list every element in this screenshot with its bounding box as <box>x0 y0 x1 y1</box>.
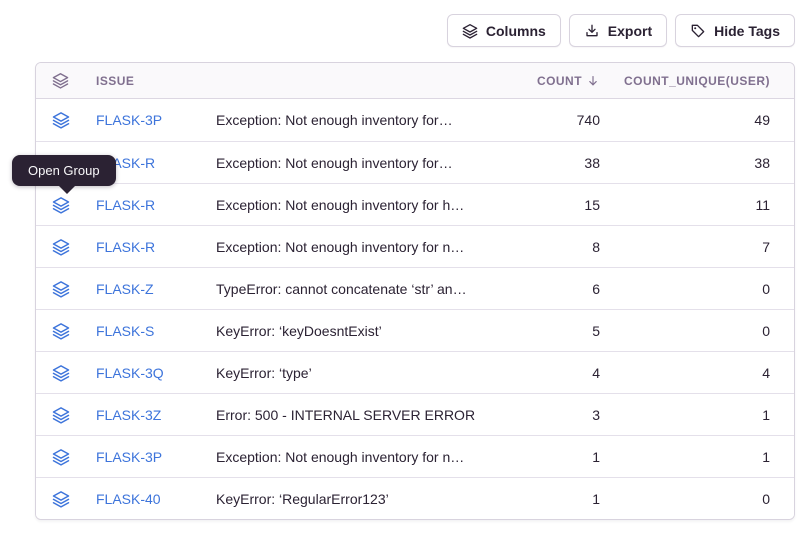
issue-link[interactable]: FLASK-R <box>96 239 216 255</box>
hide-tags-button[interactable]: Hide Tags <box>675 14 795 47</box>
hide-tags-button-label: Hide Tags <box>714 23 780 39</box>
open-group-icon[interactable] <box>52 111 70 129</box>
issue-link[interactable]: FLASK-Z <box>96 281 216 297</box>
issue-title: KeyError: ‘keyDoesntExist’ <box>216 323 510 339</box>
download-icon <box>584 23 600 39</box>
count-unique-value: 49 <box>600 112 770 128</box>
count-unique-value: 0 <box>600 323 770 339</box>
issue-title: KeyError: ‘type’ <box>216 365 510 381</box>
issue-title: Exception: Not enough inventory for n… <box>216 449 510 465</box>
open-group-icon[interactable] <box>52 238 70 256</box>
table-row[interactable]: FLASK-R Exception: Not enough inventory … <box>36 141 794 183</box>
count-unique-value: 0 <box>600 491 770 507</box>
table-row[interactable]: FLASK-3P Exception: Not enough inventory… <box>36 99 794 141</box>
open-group-icon[interactable] <box>52 448 70 466</box>
issue-link[interactable]: FLASK-R <box>96 197 216 213</box>
count-unique-value: 7 <box>600 239 770 255</box>
count-value: 1 <box>510 449 600 465</box>
count-value: 6 <box>510 281 600 297</box>
issue-link[interactable]: FLASK-3P <box>96 449 216 465</box>
stack-icon <box>462 23 478 39</box>
issue-title: Exception: Not enough inventory for… <box>216 155 510 171</box>
issue-link[interactable]: FLASK-3Q <box>96 365 216 381</box>
count-value: 15 <box>510 197 600 213</box>
count-value: 38 <box>510 155 600 171</box>
count-value: 1 <box>510 491 600 507</box>
header-count-unique[interactable]: COUNT_UNIQUE(USER) <box>600 74 770 88</box>
issue-link[interactable]: FLASK-40 <box>96 491 216 507</box>
open-group-tooltip: Open Group <box>12 155 116 186</box>
count-value: 4 <box>510 365 600 381</box>
open-group-icon[interactable] <box>52 196 70 214</box>
table-row[interactable]: FLASK-3Q KeyError: ‘type’ 4 4 <box>36 351 794 393</box>
table-row[interactable]: FLASK-R Exception: Not enough inventory … <box>36 183 794 225</box>
columns-button[interactable]: Columns <box>447 14 561 47</box>
header-count[interactable]: COUNT <box>510 74 600 88</box>
open-group-icon[interactable] <box>52 490 70 508</box>
table-row[interactable]: FLASK-40 KeyError: ‘RegularError123’ 1 0 <box>36 477 794 519</box>
table-row[interactable]: FLASK-R Exception: Not enough inventory … <box>36 225 794 267</box>
table-row[interactable]: FLASK-S KeyError: ‘keyDoesntExist’ 5 0 <box>36 309 794 351</box>
issue-title: Exception: Not enough inventory for n… <box>216 239 510 255</box>
table-row[interactable]: FLASK-3Z Error: 500 - INTERNAL SERVER ER… <box>36 393 794 435</box>
count-unique-value: 1 <box>600 449 770 465</box>
issue-title: Exception: Not enough inventory for h… <box>216 197 510 213</box>
table-row[interactable]: FLASK-3P Exception: Not enough inventory… <box>36 435 794 477</box>
count-value: 5 <box>510 323 600 339</box>
toolbar: Columns Export Hide Tags <box>447 14 795 47</box>
tag-icon <box>690 23 706 39</box>
issue-title: Error: 500 - INTERNAL SERVER ERROR <box>216 407 510 423</box>
count-unique-value: 1 <box>600 407 770 423</box>
table-row[interactable]: FLASK-Z TypeError: cannot concatenate ‘s… <box>36 267 794 309</box>
issue-title: KeyError: ‘RegularError123’ <box>216 491 510 507</box>
open-group-icon[interactable] <box>52 322 70 340</box>
issue-link[interactable]: FLASK-3P <box>96 112 216 128</box>
count-unique-value: 4 <box>600 365 770 381</box>
issue-link[interactable]: FLASK-S <box>96 323 216 339</box>
header-issue[interactable]: ISSUE <box>96 74 216 88</box>
issue-title: Exception: Not enough inventory for… <box>216 112 510 128</box>
header-count-label: COUNT <box>537 74 582 88</box>
count-value: 3 <box>510 407 600 423</box>
count-value: 8 <box>510 239 600 255</box>
export-button-label: Export <box>608 23 652 39</box>
export-button[interactable]: Export <box>569 14 667 47</box>
open-group-icon[interactable] <box>52 406 70 424</box>
count-unique-value: 0 <box>600 281 770 297</box>
open-group-icon[interactable] <box>52 280 70 298</box>
count-unique-value: 38 <box>600 155 770 171</box>
count-unique-value: 11 <box>600 197 770 213</box>
columns-button-label: Columns <box>486 23 546 39</box>
tooltip-label: Open Group <box>28 163 100 178</box>
stack-icon <box>52 72 69 89</box>
issue-link[interactable]: FLASK-3Z <box>96 407 216 423</box>
sort-desc-icon <box>586 74 600 88</box>
open-group-icon[interactable] <box>52 364 70 382</box>
issue-column-icon-cell <box>52 72 96 89</box>
table-header-row: ISSUE COUNT COUNT_UNIQUE(USER) <box>36 63 794 99</box>
count-value: 740 <box>510 112 600 128</box>
issue-title: TypeError: cannot concatenate ‘str’ an… <box>216 281 510 297</box>
results-table: ISSUE COUNT COUNT_UNIQUE(USER) FLASK-3P … <box>35 62 795 520</box>
